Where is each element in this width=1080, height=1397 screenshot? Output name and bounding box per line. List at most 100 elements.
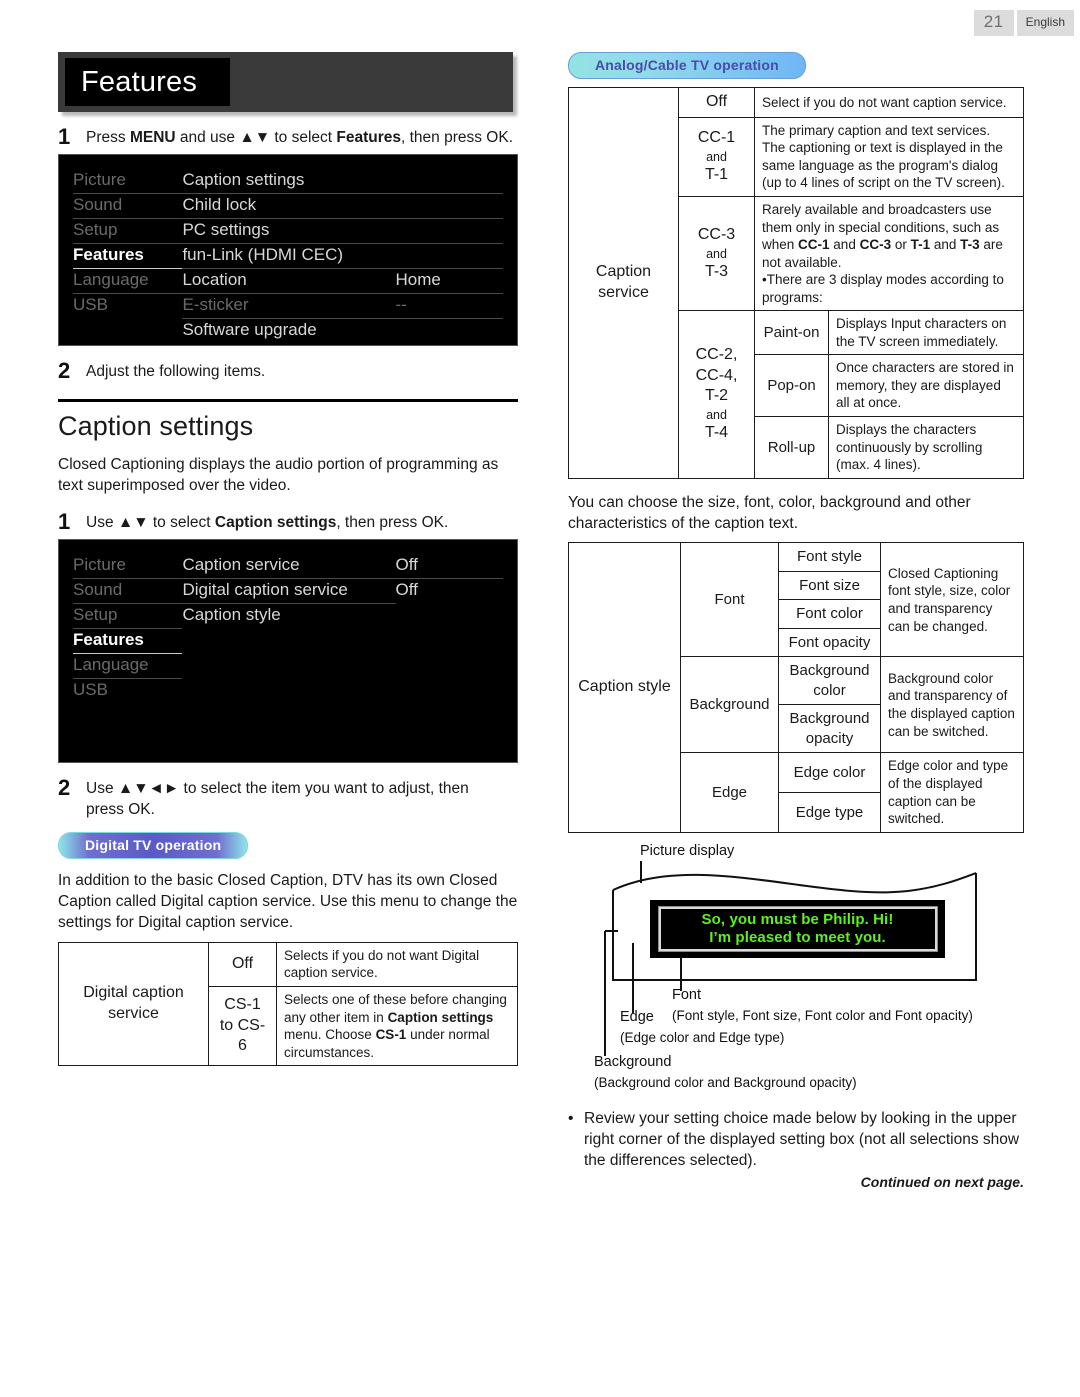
analog-key-and-2: and	[706, 246, 727, 261]
left-column: Features 1 Press MENU and use ▲▼ to sele…	[58, 52, 518, 1067]
tv-menu2-value-blank-3	[396, 654, 504, 679]
tv-menu-value-1	[395, 169, 503, 195]
tv-menu-item-usb[interactable]: USB	[73, 294, 182, 319]
analog-desc-p4: or	[891, 237, 911, 253]
bullet-dot: •	[568, 1109, 574, 1127]
step-text-pre: Press	[86, 129, 130, 146]
tv-menu-value-7	[396, 319, 504, 344]
page-language: English	[1016, 10, 1074, 36]
tv-menu-option-e-sticker[interactable]: E-sticker	[182, 294, 396, 320]
label-picture-display: Picture display	[640, 842, 735, 859]
analog-key-cc3-t3: CC-3 and T-3	[678, 195, 755, 312]
analog-desc-bullet: •There are 3 display modes according to …	[762, 272, 1004, 305]
analog-key-t1: T-1	[704, 166, 729, 184]
label-background: Background	[594, 1053, 672, 1070]
label-edge-sub: (Edge color and Edge type)	[620, 1029, 785, 1045]
tv-menu2-value-digital-caption-service: Off	[395, 580, 418, 600]
analog-key-cc3: CC-3	[697, 225, 736, 243]
tv-menu-features[interactable]: Picture Sound Setup Features Language US…	[58, 154, 518, 347]
tv-menu-value-e-sticker: --	[395, 294, 503, 320]
analog-desc-p3: CC-3	[859, 237, 892, 253]
tv-menu2-option-blank-1	[182, 629, 395, 654]
analog-desc-cc1-t1: The primary caption and text services. T…	[754, 116, 1024, 197]
dtv-desc-p1: Caption settings	[387, 1009, 494, 1025]
tv-menu-value-location: Home	[395, 269, 503, 295]
continued-next-page: Continued on next page.	[860, 1174, 1024, 1191]
analog-row-label: Caption service	[568, 87, 679, 479]
section-title-caption-settings: Caption settings	[58, 410, 254, 441]
tv-menu-item-language[interactable]: Language	[73, 269, 183, 295]
tv-menu-item-picture[interactable]: Picture	[73, 169, 183, 195]
style-item-font-size: Font size	[778, 570, 881, 601]
tv-menu2-value-blank-1	[396, 604, 504, 629]
analog-mode-roll-up: Roll-up	[754, 416, 829, 479]
step-text-post: , then press OK.	[401, 129, 513, 146]
tv-menu2-item-features[interactable]: Features	[73, 629, 183, 655]
tv-menu2-option-digital-caption-service[interactable]: Digital caption service	[182, 579, 396, 605]
tv-menu-option-fun-link[interactable]: fun-Link (HDMI CEC)	[182, 244, 396, 270]
style-item-background-color: Background color	[778, 656, 881, 706]
style-desc-background: Background color and transparency of the…	[880, 656, 1024, 754]
tv-menu-item-sound[interactable]: Sound	[73, 194, 183, 220]
tv-menu-option-software-upgrade[interactable]: Software upgrade	[182, 319, 395, 344]
step-number: 1	[58, 508, 71, 534]
table-row: Digital caption service Off Selects if y…	[58, 941, 518, 1067]
tv-menu-item-setup[interactable]: Setup	[73, 219, 183, 245]
analog-key-and-3: and	[706, 408, 727, 423]
tv-menu-column-categories: Picture Sound Setup Features Language US…	[73, 169, 183, 344]
step-text-post: , then press OK.	[336, 513, 449, 531]
step-1-menu: 1 Press MENU and use ▲▼ to select Featur…	[58, 125, 518, 148]
style-item-edge-type: Edge type	[778, 792, 881, 833]
analog-desc-off: Select if you do not want caption servic…	[754, 87, 1024, 118]
style-row-label: Caption style	[568, 542, 681, 833]
step-2-select-item: 2 Use ▲▼◄► to select the item you want t…	[58, 776, 518, 820]
step-1-caption-settings: 1 Use ▲▼ to select Caption settings, the…	[58, 510, 518, 533]
analog-caption-service-table: Caption service Off Select if you do not…	[568, 87, 1024, 479]
tv-menu2-item-picture[interactable]: Picture	[73, 554, 183, 580]
table-row: Caption service Off Select if you do not…	[568, 87, 1024, 479]
tv-menu-option-child-lock[interactable]: Child lock	[182, 194, 396, 220]
tv-menu2-item-language[interactable]: Language	[73, 654, 183, 680]
review-note: • Review your setting choice made below …	[568, 1109, 1024, 1172]
dtv-key-off: Off	[208, 941, 277, 987]
tv-menu-value-4	[395, 244, 503, 270]
tv-menu-column-items: Caption settings Child lock PC settings …	[182, 169, 396, 344]
tv-menu-item-features[interactable]: Features	[73, 244, 183, 270]
badge-analog-cable-tv-operation: Analog/Cable TV operation	[568, 52, 806, 79]
analog-desc-p2: and	[829, 237, 860, 253]
style-desc-edge: Edge color and type of the displayed cap…	[880, 752, 1024, 833]
label-background-sub: (Background color and Background opacity…	[594, 1074, 857, 1090]
right-column: Analog/Cable TV operation Caption servic…	[568, 52, 1024, 1190]
tv-menu-value-2	[395, 194, 503, 220]
tv-menu2-column-items: Caption service Digital caption service …	[182, 554, 396, 704]
tv-menu-option-caption-settings[interactable]: Caption settings	[182, 169, 396, 195]
step-2-adjust: 2 Adjust the following items.	[58, 359, 518, 382]
tv-menu2-option-caption-service[interactable]: Caption service	[182, 554, 396, 580]
tv-menu2-option-caption-style[interactable]: Caption style	[182, 604, 395, 629]
analog-mode-pop-on: Pop-on	[754, 354, 829, 417]
tv-menu-caption-settings[interactable]: Picture Sound Setup Features Language US…	[58, 539, 518, 764]
analog-mode-paint-on: Paint-on	[754, 310, 829, 356]
dtv-key-cs-text: CS-1 to CS-6	[219, 995, 266, 1055]
dtv-desc-cs-range: Selects one of these before changing any…	[276, 985, 518, 1067]
digital-caption-service-table: Digital caption service Off Selects if y…	[58, 941, 518, 1067]
style-item-font-style: Font style	[778, 542, 881, 572]
tv-menu-option-pc-settings[interactable]: PC settings	[182, 219, 396, 245]
dtv-desc-off: Selects if you do not want Digital capti…	[276, 941, 518, 987]
page-header: 21 English	[973, 10, 1074, 36]
step-text-bold-menu: MENU	[129, 129, 176, 146]
review-note-text: Review your setting choice made below by…	[584, 1109, 1020, 1169]
tv-menu2-item-sound[interactable]: Sound	[73, 579, 183, 605]
picture-display-diagram: Picture display So, you must be Philip. …	[568, 843, 1024, 1093]
caption-style-table: Caption style Font Font style Closed Cap…	[568, 542, 1024, 833]
analog-mode-paint-on-desc: Displays Input characters on the TV scre…	[828, 310, 1024, 356]
style-group-font: Font	[680, 542, 779, 658]
tv-menu-option-location[interactable]: Location	[182, 269, 396, 295]
style-item-font-color: Font color	[778, 599, 881, 629]
tv-menu2-item-usb[interactable]: USB	[73, 679, 182, 704]
style-item-font-opacity: Font opacity	[778, 627, 881, 658]
analog-key-cc2: CC-2,	[695, 345, 738, 363]
tv-menu2-item-setup[interactable]: Setup	[73, 604, 183, 630]
section-divider	[58, 398, 518, 402]
tv-menu2-option-blank-2	[182, 654, 395, 679]
